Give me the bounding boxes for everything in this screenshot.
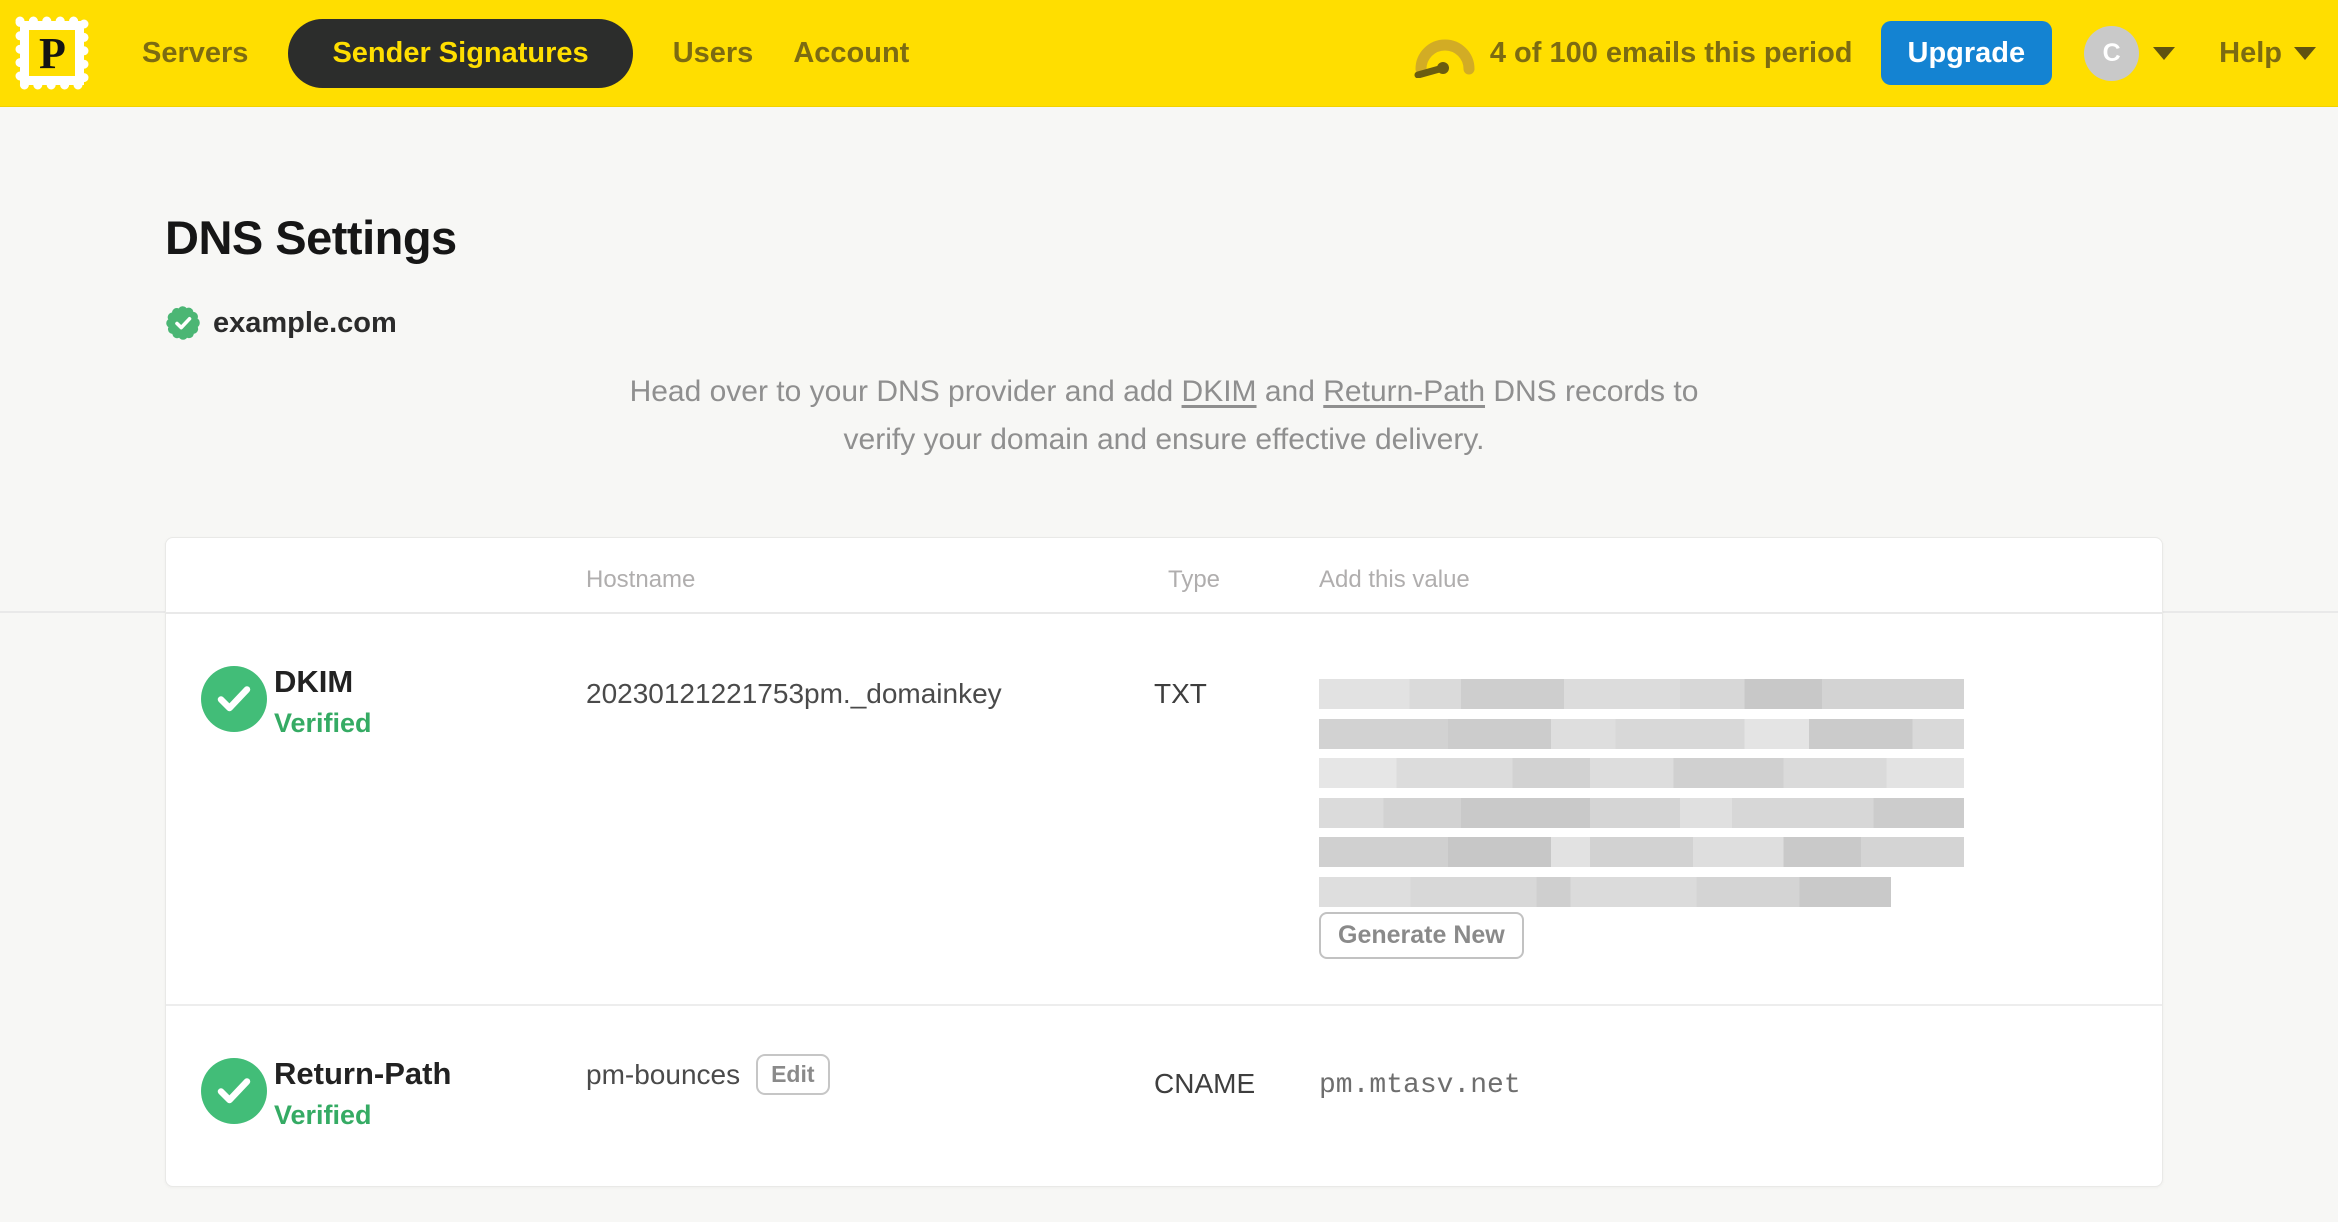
- redaction-bar: [1319, 758, 1964, 788]
- dns-records-table: Hostname Type Add this value DKIM Verifi…: [165, 537, 2163, 1187]
- navbar-right-cluster: 4 of 100 emails this period Upgrade C He…: [1414, 21, 2316, 85]
- intro-segment: and: [1256, 375, 1324, 408]
- redaction-bar: [1319, 679, 1964, 709]
- cname-value: pm.mtasv.net: [1319, 1070, 1521, 1101]
- row-divider: [166, 1004, 2162, 1006]
- verified-seal-icon: [166, 306, 200, 340]
- upgrade-button[interactable]: Upgrade: [1880, 21, 2053, 85]
- usage-counter: 4 of 100 emails this period: [1489, 36, 1853, 69]
- record-type: TXT: [1154, 678, 1207, 709]
- redaction-bar: [1319, 797, 1964, 828]
- edit-button[interactable]: Edit: [756, 1054, 830, 1095]
- dkim-link[interactable]: DKIM: [1182, 375, 1257, 408]
- intro-text: Head over to your DNS provider and add D…: [165, 368, 2163, 464]
- intro-segment: DNS records to: [1485, 375, 1699, 408]
- redaction-bar: [1319, 718, 1964, 749]
- nav-item-sender-signatures-active[interactable]: Sender Signatures: [288, 18, 633, 88]
- nav-item-servers[interactable]: Servers: [142, 37, 248, 70]
- logo-letter: P: [39, 29, 66, 78]
- help-label: Help: [2219, 36, 2282, 69]
- avatar[interactable]: C: [2084, 25, 2140, 81]
- record-type: CNAME: [1154, 1068, 1256, 1099]
- hostname-value: 20230121221753pm._domainkey: [586, 678, 1002, 709]
- return-path-link[interactable]: Return-Path: [1323, 375, 1485, 408]
- domain-name: example.com: [213, 306, 397, 339]
- postmark-logo[interactable]: P: [10, 11, 94, 95]
- verified-check-icon: [201, 666, 267, 732]
- record-name: Return-Path: [274, 1056, 452, 1091]
- dns-settings-screen: P Servers Sender Signatures Users Accoun…: [0, 0, 2338, 1222]
- page-title: DNS Settings: [165, 211, 457, 264]
- hostname-value: pm-bounces: [586, 1058, 741, 1090]
- verified-check-icon: [201, 1058, 267, 1124]
- help-menu[interactable]: Help: [2219, 37, 2316, 70]
- usage-gauge-icon: [1414, 39, 1475, 78]
- column-header-type: Type: [1168, 566, 1221, 593]
- table-header-border: [166, 612, 2162, 614]
- column-header-hostname: Hostname: [586, 566, 696, 593]
- intro-segment: Head over to your DNS provider and add: [629, 375, 1182, 408]
- hostname-cell: pm-bounces Edit: [586, 1054, 830, 1095]
- chevron-down-icon: [2294, 46, 2316, 60]
- top-navbar: P Servers Sender Signatures Users Accoun…: [0, 0, 2338, 107]
- nav-item-users[interactable]: Users: [673, 37, 754, 70]
- chevron-down-icon: [2153, 46, 2176, 60]
- status-badge: Verified: [274, 708, 372, 738]
- account-menu[interactable]: C: [2084, 25, 2176, 81]
- verified-domain: example.com: [163, 303, 397, 343]
- column-header-value: Add this value: [1319, 566, 1470, 593]
- redaction-bar: [1319, 837, 1964, 867]
- intro-line2: verify your domain and ensure effective …: [843, 423, 1485, 456]
- generate-new-button[interactable]: Generate New: [1319, 912, 1524, 959]
- redacted-dkim-value: [1319, 679, 1964, 916]
- nav-item-account[interactable]: Account: [793, 37, 909, 70]
- redaction-bar: [1319, 876, 1891, 907]
- status-badge: Verified: [274, 1100, 372, 1130]
- primary-nav: Servers Sender Signatures Users Account: [142, 18, 909, 88]
- record-name: DKIM: [274, 664, 354, 699]
